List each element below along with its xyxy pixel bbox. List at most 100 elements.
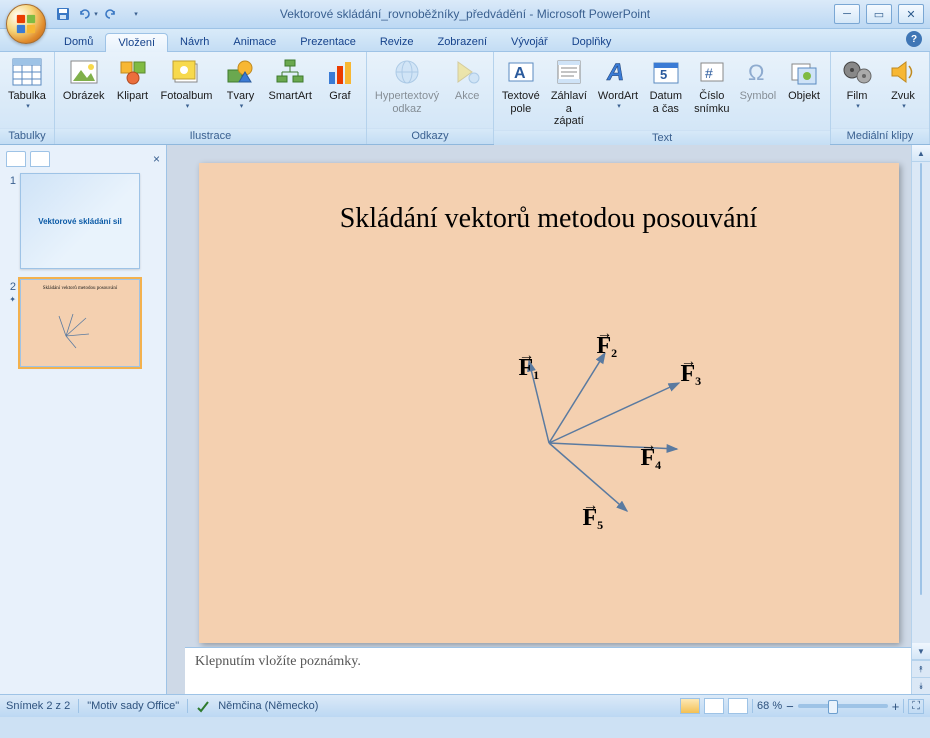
cislo-label: Číslo snímku	[694, 90, 729, 115]
slide-thumbnails-panel: × 1 Vektorové skládání sil 2✦ Skládání v…	[0, 145, 167, 694]
svg-text:A: A	[606, 59, 624, 86]
tab-domu[interactable]: Domů	[52, 33, 105, 51]
redo-button[interactable]	[100, 3, 122, 25]
svg-text:#: #	[705, 65, 713, 81]
hyperlink-icon	[392, 58, 422, 86]
tab-vyvojar[interactable]: Vývojář	[499, 33, 560, 51]
dropdown-icon: ▾	[902, 103, 906, 111]
graf-button[interactable]: Graf	[318, 54, 362, 105]
save-icon	[55, 6, 71, 22]
thumb1-title: Vektorové skládání sil	[21, 174, 139, 268]
textpole-button[interactable]: A Textové pole	[498, 54, 543, 117]
dropdown-icon: ▾	[856, 103, 860, 111]
symbol-button: ΩSymbol	[736, 54, 780, 105]
group-label-ilustrace: Ilustrace	[55, 128, 366, 144]
film-button[interactable]: Film▾	[835, 54, 879, 113]
tab-zobrazeni[interactable]: Zobrazení	[425, 33, 499, 51]
close-button[interactable]: ✕	[898, 4, 924, 24]
dropdown-icon: ▾	[94, 10, 98, 18]
thumbnail-2[interactable]: 2✦ Skládání vektorů metodou posouvání	[6, 279, 160, 367]
tab-navrh[interactable]: Návrh	[168, 33, 221, 51]
fotoalbum-button[interactable]: Fotoalbum▾	[157, 54, 217, 113]
textpole-label: Textové pole	[502, 90, 540, 115]
akce-button: Akce	[445, 54, 489, 105]
objekt-button[interactable]: Objekt	[782, 54, 826, 105]
zoom-level[interactable]: 68 %	[757, 700, 782, 712]
status-theme: "Motiv sady Office"	[87, 700, 179, 712]
view-slideshow-button[interactable]	[728, 698, 748, 714]
ribbon: Tabulka▾ Tabulky Obrázek Klipart Fotoalb…	[0, 52, 930, 145]
slide-area[interactable]: Skládání vektorů metodou posouvání →F1	[167, 145, 930, 647]
wordart-icon: A	[603, 58, 633, 86]
zahlavi-label: Záhlaví a zápatí	[550, 90, 589, 128]
tabulka-button[interactable]: Tabulka▾	[4, 54, 50, 113]
dropdown-icon: ▾	[186, 103, 190, 111]
fit-to-window-button[interactable]: ⛶	[908, 699, 924, 714]
vector-diagram: →F1 →F2 →F3 →F4 →F5	[319, 353, 739, 613]
title-bar: ▾ ▾ Vektorové skládání_rovnoběžníky_před…	[0, 0, 930, 29]
slide-title-text: Skládání vektorů metodou posouvání	[199, 203, 899, 235]
vertical-scrollbar[interactable]: ▲ ▼ ⯭ ⯯	[911, 145, 930, 694]
group-media: Film▾ Zvuk▾ Mediální klipy	[831, 52, 930, 144]
next-slide-button[interactable]: ⯯	[912, 677, 930, 694]
office-button[interactable]	[6, 4, 46, 44]
qat-customize-button[interactable]: ▾	[124, 3, 146, 25]
maximize-button[interactable]: ▭	[866, 4, 892, 24]
scroll-up-button[interactable]: ▲	[912, 145, 930, 162]
thumbs-tab-outline[interactable]	[30, 151, 50, 167]
zoom-slider[interactable]	[798, 704, 888, 708]
ribbon-tabs: Domů Vložení Návrh Animace Prezentace Re…	[0, 29, 930, 52]
scroll-thumb[interactable]	[920, 163, 922, 595]
help-button[interactable]: ?	[906, 31, 922, 47]
header-footer-icon	[554, 58, 584, 86]
smartart-button[interactable]: SmartArt	[264, 54, 315, 105]
status-language[interactable]: Němčina (Německo)	[218, 700, 318, 712]
hyperlink-button: Hypertextový odkaz	[371, 54, 443, 117]
thumbs-close-button[interactable]: ×	[153, 152, 160, 166]
picture-icon	[69, 58, 99, 86]
tab-revize[interactable]: Revize	[368, 33, 426, 51]
cislo-button[interactable]: # Číslo snímku	[690, 54, 734, 117]
obrazek-button[interactable]: Obrázek	[59, 54, 109, 105]
datum-button[interactable]: 5Datum a čas	[644, 54, 688, 117]
slide-number-icon: #	[697, 58, 727, 86]
save-button[interactable]	[52, 3, 74, 25]
spellcheck-icon[interactable]	[196, 699, 210, 713]
dropdown-icon: ▾	[134, 10, 138, 18]
slide-canvas[interactable]: Skládání vektorů metodou posouvání →F1	[199, 163, 899, 643]
scroll-down-button[interactable]: ▼	[912, 643, 930, 660]
view-normal-button[interactable]	[680, 698, 700, 714]
datum-label: Datum a čas	[650, 90, 682, 115]
tab-doplnky[interactable]: Doplňky	[560, 33, 624, 51]
wordart-label: WordArt	[598, 90, 638, 103]
zoom-slider-thumb[interactable]	[828, 700, 838, 714]
thumbs-header: ×	[6, 151, 160, 167]
thumb-vectors-icon	[41, 306, 111, 356]
tab-animace[interactable]: Animace	[221, 33, 288, 51]
group-odkazy: Hypertextový odkaz Akce Odkazy	[367, 52, 494, 144]
minimize-button[interactable]: ─	[834, 4, 860, 24]
view-sorter-button[interactable]	[704, 698, 724, 714]
thumbs-tab-slides[interactable]	[6, 151, 26, 167]
notes-pane[interactable]: Klepnutím vložíte poznámky.	[185, 647, 912, 694]
tab-vlozeni[interactable]: Vložení	[105, 33, 168, 52]
wordart-button[interactable]: AWordArt▾	[594, 54, 642, 113]
zoom-in-button[interactable]: +	[892, 699, 900, 714]
smartart-label: SmartArt	[268, 90, 311, 103]
tvary-button[interactable]: Tvary▾	[218, 54, 262, 113]
photoalbum-icon	[171, 58, 201, 86]
redo-icon	[103, 6, 119, 22]
svg-text:Ω: Ω	[748, 60, 764, 85]
klipart-button[interactable]: Klipart	[111, 54, 155, 105]
zvuk-button[interactable]: Zvuk▾	[881, 54, 925, 113]
zahlavi-button[interactable]: Záhlaví a zápatí	[546, 54, 593, 130]
svg-text:A: A	[514, 65, 526, 82]
tab-prezentace[interactable]: Prezentace	[288, 33, 368, 51]
prev-slide-button[interactable]: ⯭	[912, 660, 930, 677]
zoom-out-button[interactable]: −	[786, 699, 794, 714]
hyperlink-label: Hypertextový odkaz	[375, 90, 439, 115]
tabulka-label: Tabulka	[8, 90, 46, 103]
undo-button[interactable]: ▾	[76, 3, 98, 25]
thumbnail-1[interactable]: 1 Vektorové skládání sil	[6, 173, 160, 269]
object-icon	[789, 58, 819, 86]
